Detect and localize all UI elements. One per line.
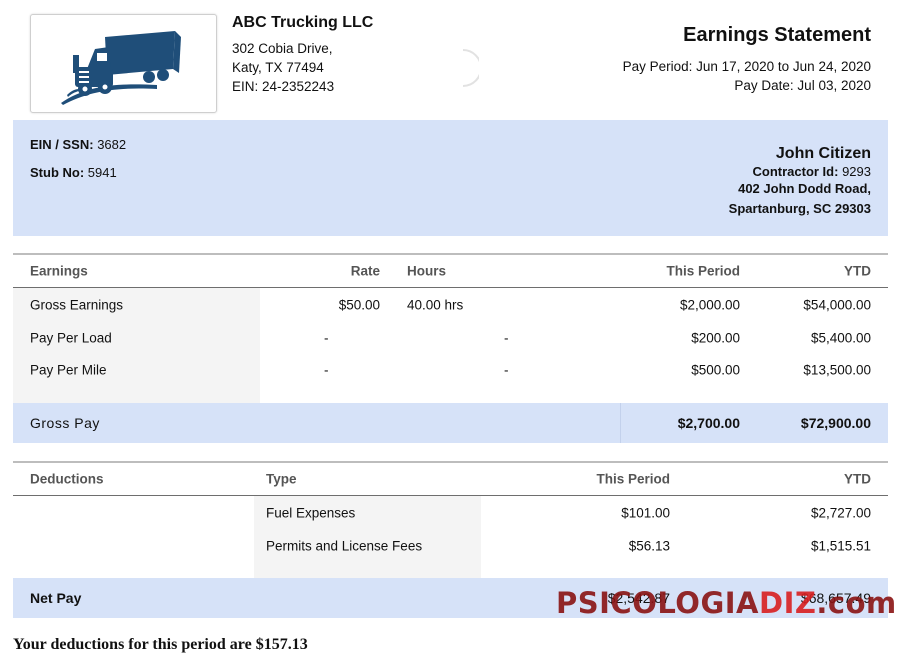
contractor-id: Contractor Id: 9293 [729,164,872,179]
deduction-type: Permits and License Fees [266,538,423,554]
earnings-table: Earnings Rate Hours This Period YTD Gros… [13,253,888,443]
earning-ytd: $5,400.00 [810,330,871,346]
earning-rate: - [324,362,329,378]
deduction-ytd: $2,727.00 [810,505,871,521]
header-deductions: Deductions [30,471,104,487]
gross-pay-ytd: $72,900.00 [800,415,871,431]
table-row: Pay Per Mile - - $500.00 $13,500.00 [13,354,888,387]
watermark-part1: PSICOLOGIA [556,586,760,620]
net-pay-label: Net Pay [30,590,82,606]
ein-ssn: EIN / SSN: 3682 [30,137,126,152]
earning-name: Gross Earnings [30,297,124,313]
decorative-arc [462,49,479,87]
earning-this-period: $2,000.00 [679,297,740,313]
earning-rate: - [324,330,329,346]
contractor-name: John Citizen [775,145,871,162]
statement-header: Earnings Statement Pay Period: Jun 17, 2… [623,24,871,95]
earnings-header-row: Earnings Rate Hours This Period YTD [13,253,888,288]
pay-date: Pay Date: Jul 03, 2020 [734,78,871,93]
earning-hours: 40.00 hrs [407,297,464,313]
watermark-part2: DIZ [759,586,817,620]
gross-pay-divider [620,403,621,443]
gross-pay-this-period: $2,700.00 [677,415,740,431]
watermark: PSICOLOGIADIZ.com [556,586,897,620]
pay-period: Pay Period: Jun 17, 2020 to Jun 24, 2020 [622,59,871,74]
header-type: Type [266,471,297,487]
deductions-body: Fuel Expenses $101.00 $2,727.00 Permits … [13,496,888,578]
deductions-note: Your deductions for this period are $157… [13,636,308,653]
earning-ytd: $54,000.00 [803,297,871,313]
company-name: ABC Trucking LLC [232,14,374,31]
ein-ssn-value: 3682 [97,137,127,152]
header-rate: Rate [350,263,380,279]
earning-name: Pay Per Mile [30,362,107,378]
header-ytd: YTD [844,263,871,279]
earning-hours: - [504,362,509,378]
truck-icon [61,31,181,105]
company-info: ABC Trucking LLC 302 Cobia Drive, Katy, … [232,14,373,96]
header-deduction-this-period: This Period [596,471,670,487]
statement-title: Earnings Statement [683,24,871,46]
table-row: Fuel Expenses $101.00 $2,727.00 [13,497,888,530]
table-row: Permits and License Fees $56.13 $1,515.5… [13,530,888,563]
deduction-this-period: $56.13 [628,538,670,554]
deduction-type: Fuel Expenses [266,505,356,521]
employee-info-band: EIN / SSN: 3682 Stub No: 5941 John Citiz… [13,120,888,236]
earning-this-period: $200.00 [691,330,740,346]
stub-number: Stub No: 5941 [30,165,126,180]
contractor-id-value: 9293 [842,164,871,179]
header-deduction-ytd: YTD [844,471,871,487]
company-ein: EIN: 24-2352243 [232,79,335,94]
watermark-part3: .com [816,586,897,620]
company-address-line2: Katy, TX 77494 [232,60,324,75]
gross-pay-row: Gross Pay $2,700.00 $72,900.00 [13,403,888,443]
ein-ssn-label: EIN / SSN: [30,137,94,152]
deduction-ytd: $1,515.51 [810,538,871,554]
earning-hours: - [504,330,509,346]
contractor-address-line1: 402 John Dodd Road, [738,181,871,196]
company-address-line1: 302 Cobia Drive, [232,41,333,56]
table-row: Gross Earnings $50.00 40.00 hrs $2,000.0… [13,289,888,322]
earning-this-period: $500.00 [691,362,740,378]
contractor-address-line2: Spartanburg, SC 29303 [728,201,871,216]
earnings-body: Gross Earnings $50.00 40.00 hrs $2,000.0… [13,288,888,403]
contractor-id-label: Contractor Id: [752,164,839,179]
stub-value: 5941 [87,165,117,180]
table-row: Pay Per Load - - $200.00 $5,400.00 [13,322,888,355]
header-hours: Hours [407,263,447,279]
stub-label: Stub No: [30,165,85,180]
deduction-this-period: $101.00 [621,505,670,521]
header-this-period: This Period [666,263,740,279]
earning-name: Pay Per Load [30,330,112,346]
deductions-header-row: Deductions Type This Period YTD [13,461,888,496]
gross-pay-label: Gross Pay [30,415,100,431]
header-earnings: Earnings [30,263,88,279]
company-logo [30,14,217,113]
earning-rate: $50.00 [338,297,380,313]
earning-ytd: $13,500.00 [803,362,871,378]
